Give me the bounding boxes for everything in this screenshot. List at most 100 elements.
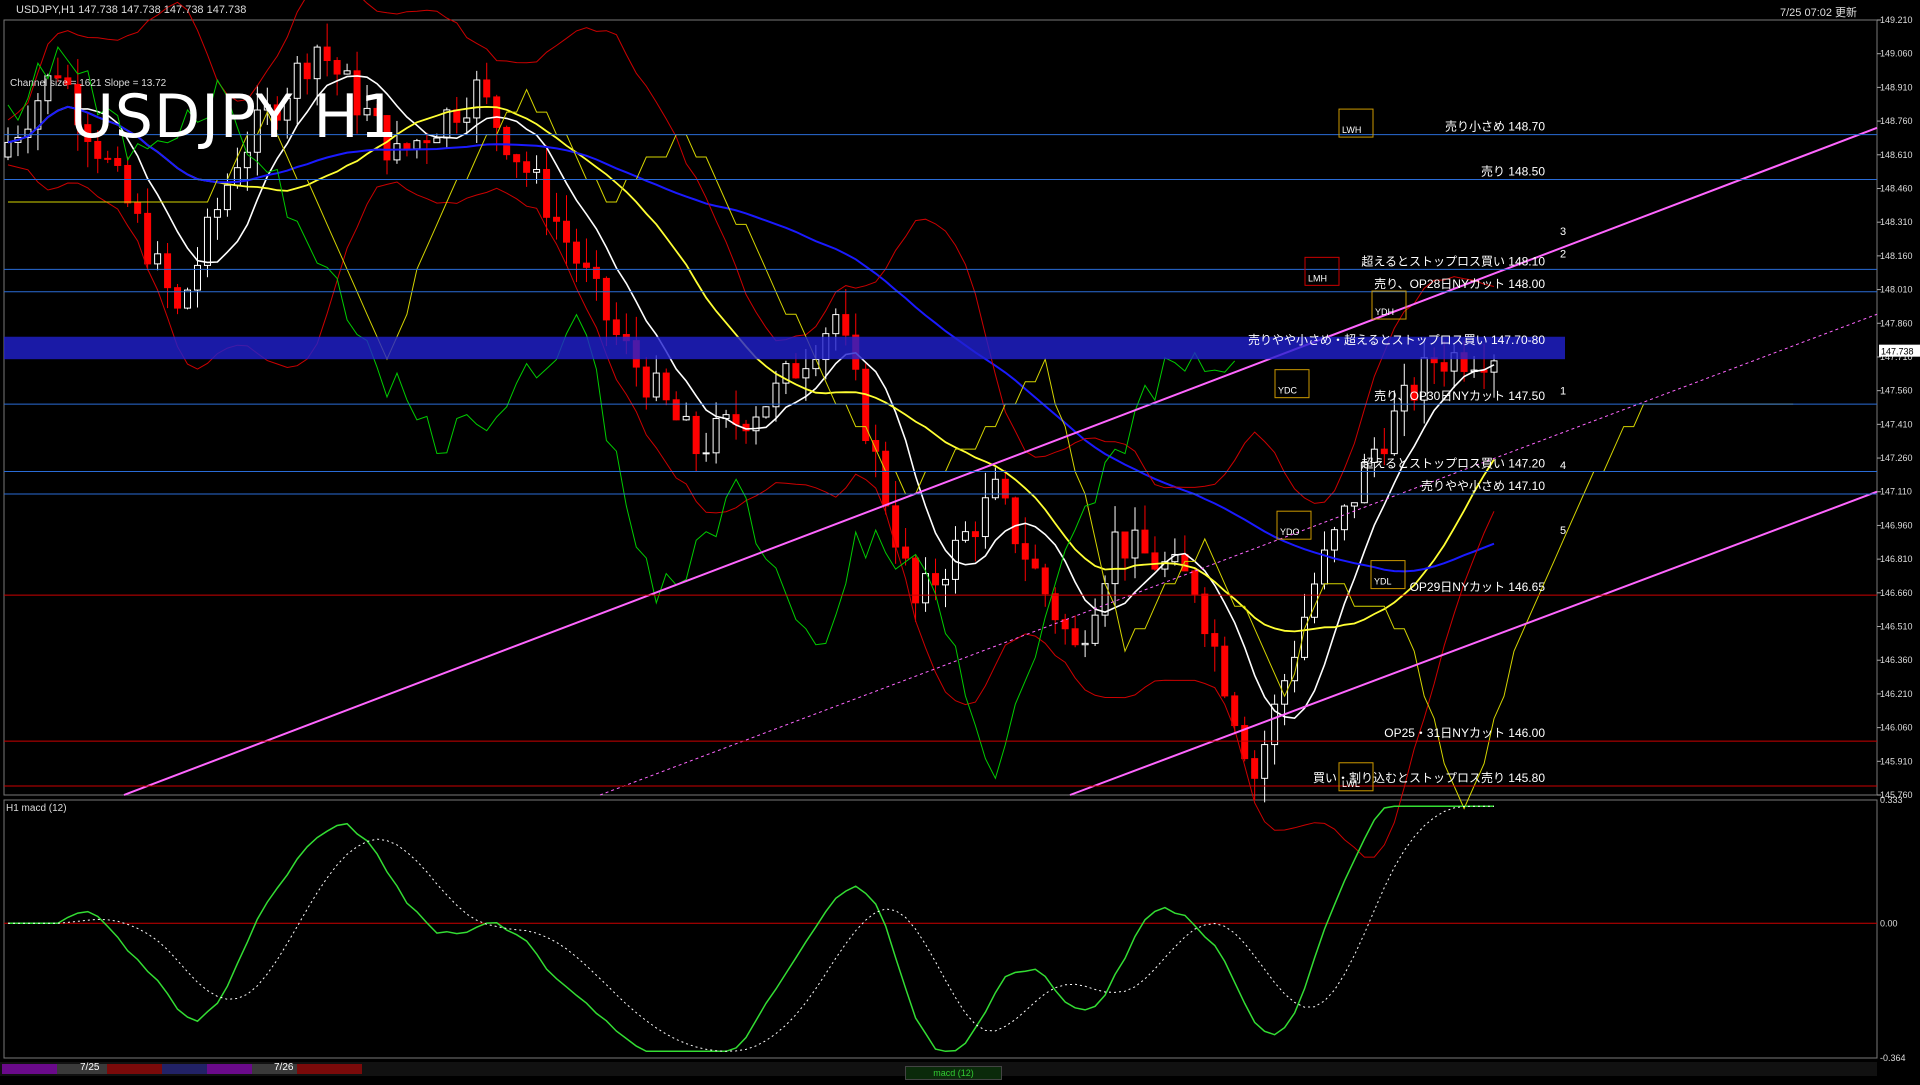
- price-tick-label: 148.310: [1880, 217, 1913, 227]
- candle-body: [213, 209, 221, 218]
- current-price-label: 147.738: [1881, 347, 1914, 357]
- candle-body: [1251, 758, 1259, 779]
- price-level-label: 売り、OP30日NYカット 147.50: [1374, 388, 1545, 403]
- candle-body: [1211, 633, 1219, 647]
- candle-body: [1071, 628, 1079, 646]
- ichimoku-cloud-line: [8, 88, 1794, 810]
- candle-body: [124, 164, 132, 204]
- candle-body: [1081, 642, 1089, 646]
- candle-body: [1001, 478, 1009, 499]
- channel-mid-line: [599, 313, 1878, 796]
- price-tick-label: 149.060: [1880, 49, 1913, 59]
- candle-body: [652, 372, 660, 398]
- candle-body: [971, 531, 979, 538]
- candle-body: [1221, 645, 1229, 697]
- candle-body: [483, 79, 491, 98]
- box-label: LMH: [1308, 273, 1327, 283]
- price-tick-label: 145.910: [1880, 756, 1913, 766]
- candle-body: [503, 126, 511, 156]
- candle-body: [1131, 529, 1139, 559]
- macd-tick-label: 0.333: [1880, 795, 1903, 805]
- candle-body: [1231, 695, 1239, 727]
- price-tick-label: 148.010: [1880, 285, 1913, 295]
- candle-body: [1091, 614, 1099, 644]
- candle-body: [961, 531, 969, 541]
- sma-mid-line: [7, 105, 1495, 633]
- price-tick-label: 146.210: [1880, 689, 1913, 699]
- candle-body: [912, 557, 920, 604]
- price-level-label: OP25・31日NYカット 146.00: [1384, 726, 1545, 740]
- candle-body: [223, 184, 231, 211]
- candle-body: [1141, 529, 1149, 554]
- price-tick-label: 147.110: [1880, 487, 1912, 497]
- candle-body: [553, 216, 561, 222]
- price-level-label: 売り 148.50: [1481, 163, 1545, 178]
- candle-body: [1021, 543, 1029, 560]
- candle-body: [572, 241, 580, 264]
- price-tick-label: 146.660: [1880, 588, 1913, 598]
- price-tick-label: 146.060: [1880, 723, 1913, 733]
- candle-body: [582, 262, 590, 268]
- price-tick-label: 147.860: [1880, 318, 1913, 328]
- candle-body: [672, 399, 680, 421]
- candle-body: [862, 368, 870, 442]
- price-level-label: 売り小さめ 148.70: [1445, 119, 1545, 134]
- price-level-label: 超えるとストップロス買い 147.20: [1361, 456, 1545, 471]
- candle-body: [1291, 656, 1299, 682]
- candle-body: [1261, 744, 1269, 779]
- candle-body: [453, 109, 461, 123]
- candle-body: [473, 79, 481, 119]
- price-tick-label: 147.560: [1880, 386, 1913, 396]
- candle-body: [313, 46, 321, 80]
- price-chart[interactable]: 149.210 149.060 148.910 148.760 148.610 148.4…: [0, 0, 1920, 1080]
- candle-body: [333, 60, 341, 75]
- candle-body: [932, 573, 940, 586]
- price-tick-label: 146.960: [1880, 520, 1913, 530]
- candle-body: [802, 368, 810, 379]
- candle-body: [762, 406, 770, 418]
- price-tick-label: 147.260: [1880, 453, 1913, 463]
- candle-body: [174, 287, 182, 309]
- candle-body: [1011, 497, 1019, 545]
- symbol-info: USDJPY,H1 147.738 147.738 147.738 147.73…: [16, 4, 247, 16]
- box-label: LWL: [1342, 779, 1360, 789]
- candle-body: [842, 314, 850, 336]
- candle-body: [1031, 558, 1039, 569]
- timeline-segment: [107, 1064, 162, 1074]
- candle-body: [922, 573, 930, 604]
- candle-body: [413, 140, 421, 150]
- candle-body: [443, 109, 451, 139]
- candle-body: [1111, 531, 1119, 585]
- candle-body: [1121, 531, 1129, 559]
- chart-title: USDJPY H1: [70, 82, 399, 152]
- candle-body: [154, 253, 162, 265]
- indicator-tab[interactable]: macd (12): [905, 1066, 1002, 1080]
- candle-body: [682, 415, 690, 421]
- candle-body: [981, 497, 989, 538]
- candle-body: [104, 157, 112, 160]
- candle-body: [403, 143, 411, 150]
- candle-body: [1390, 410, 1398, 455]
- candle-body: [433, 137, 441, 144]
- price-tick-label: 148.760: [1880, 116, 1913, 126]
- timeline-segment: [207, 1064, 252, 1074]
- candle-body: [612, 319, 620, 336]
- candle-body: [533, 168, 541, 173]
- candle-body: [1151, 552, 1159, 570]
- macd-pane-border: [3, 799, 1878, 1059]
- price-tick-label: 146.810: [1880, 554, 1913, 564]
- candle-body: [1330, 529, 1338, 551]
- candle-body: [1041, 567, 1049, 595]
- box-label: YDC: [1278, 386, 1298, 396]
- candle-body: [203, 216, 211, 266]
- box-label: YDL: [1374, 577, 1392, 587]
- update-timestamp: 7/25 07:02 更新: [1780, 7, 1858, 19]
- candle-body: [323, 46, 331, 62]
- wave-label: 3: [1560, 226, 1566, 238]
- date-label-2: 7/26: [274, 1062, 294, 1073]
- channel-upper-line: [123, 126, 1878, 796]
- candle-body: [164, 253, 172, 289]
- price-tick-label: 148.910: [1880, 82, 1913, 92]
- candle-body: [513, 154, 521, 163]
- date-label-1: 7/25: [80, 1062, 100, 1073]
